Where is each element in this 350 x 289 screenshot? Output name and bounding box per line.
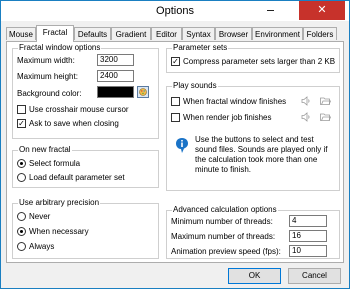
parameter-sets-group: Parameter sets ✓ Compress parameter sets… — [166, 43, 340, 73]
speaker-icon[interactable] — [301, 96, 311, 106]
tab-editor[interactable]: Editor — [151, 27, 182, 40]
max-threads-input[interactable]: 16 — [289, 230, 327, 242]
tab-environment[interactable]: Environment — [252, 27, 303, 40]
max-width-label: Maximum width: — [17, 56, 75, 65]
group-legend: Use arbitrary precision — [18, 198, 101, 207]
ask-save-label: Ask to save when closing — [29, 119, 119, 128]
group-legend: Fractal window options — [18, 43, 102, 52]
radio-never[interactable] — [17, 212, 26, 221]
options-dialog: Options ✕ Mouse Fractal Defaults Gradien… — [0, 0, 350, 289]
title-bar: Options ✕ — [1, 1, 349, 21]
background-color-swatch[interactable] — [97, 86, 134, 98]
new-fractal-group: On new fractal Select formula Load defau… — [12, 145, 159, 188]
window-finishes-label: When fractal window finishes — [183, 97, 287, 106]
radio-when-necessary[interactable] — [17, 227, 26, 236]
compress-label: Compress parameter sets larger than 2 KB — [183, 57, 336, 66]
group-legend: On new fractal — [18, 145, 72, 154]
advanced-options-group: Advanced calculation options Minimum num… — [166, 205, 340, 259]
arbitrary-precision-group: Use arbitrary precision Never When neces… — [12, 198, 159, 259]
background-color-label: Background color: — [17, 89, 82, 98]
render-finishes-label: When render job finishes — [183, 113, 272, 122]
radio-when-necessary-label: When necessary — [29, 227, 89, 236]
max-threads-label: Maximum number of threads: — [171, 232, 276, 241]
fractal-tab-page: Fractal window options Maximum width: 32… — [6, 41, 344, 263]
crosshair-checkbox[interactable] — [17, 105, 26, 114]
play-sounds-group: Play sounds When fractal window finishes… — [166, 81, 340, 191]
window-title: Options — [156, 5, 194, 17]
minimize-icon[interactable] — [267, 10, 274, 11]
max-height-input[interactable]: 2400 — [97, 70, 134, 82]
ok-button[interactable]: OK — [228, 268, 281, 284]
fractal-window-group: Fractal window options Maximum width: 32… — [12, 43, 159, 139]
ask-save-checkbox[interactable]: ✓ — [17, 119, 26, 128]
radio-always-label: Always — [29, 242, 55, 251]
compress-checkbox[interactable]: ✓ — [171, 57, 180, 66]
radio-select-formula-label: Select formula — [29, 159, 81, 168]
info-icon — [176, 138, 188, 153]
group-legend: Parameter sets — [172, 43, 229, 52]
radio-select-formula[interactable] — [17, 159, 26, 168]
dialog-client: Mouse Fractal Defaults Gradient Editor S… — [1, 21, 349, 288]
radio-never-label: Never — [29, 212, 51, 221]
group-legend: Advanced calculation options — [172, 205, 278, 214]
radio-always[interactable] — [17, 242, 26, 251]
min-threads-label: Minimum number of threads: — [171, 217, 273, 226]
tab-mouse[interactable]: Mouse — [6, 27, 36, 40]
tab-defaults[interactable]: Defaults — [74, 27, 111, 40]
tab-folders[interactable]: Folders — [303, 27, 337, 40]
tab-fractal[interactable]: Fractal — [36, 25, 74, 42]
preview-speed-label: Animation preview speed (fps): — [171, 247, 281, 256]
radio-load-default-label: Load default parameter set — [29, 173, 125, 182]
radio-load-default[interactable] — [17, 173, 26, 182]
sound-info-text: Use the buttons to select and test sound… — [195, 135, 328, 174]
tab-syntax[interactable]: Syntax — [182, 27, 215, 40]
window-finishes-checkbox[interactable] — [171, 97, 180, 106]
color-picker-icon[interactable] — [137, 86, 149, 98]
tab-browser[interactable]: Browser — [215, 27, 252, 40]
tab-gradient[interactable]: Gradient — [111, 27, 151, 40]
preview-speed-input[interactable]: 10 — [289, 245, 327, 257]
max-width-input[interactable]: 3200 — [97, 54, 134, 66]
render-finishes-checkbox[interactable] — [171, 113, 180, 122]
cancel-button[interactable]: Cancel — [288, 268, 341, 284]
folder-open-icon[interactable] — [320, 112, 331, 122]
min-threads-input[interactable]: 4 — [289, 215, 327, 227]
folder-open-icon[interactable] — [320, 96, 331, 106]
group-legend: Play sounds — [172, 81, 218, 90]
speaker-icon[interactable] — [301, 112, 311, 122]
crosshair-label: Use crosshair mouse cursor — [29, 105, 129, 114]
close-button[interactable]: ✕ — [299, 1, 345, 20]
max-height-label: Maximum height: — [17, 72, 78, 81]
